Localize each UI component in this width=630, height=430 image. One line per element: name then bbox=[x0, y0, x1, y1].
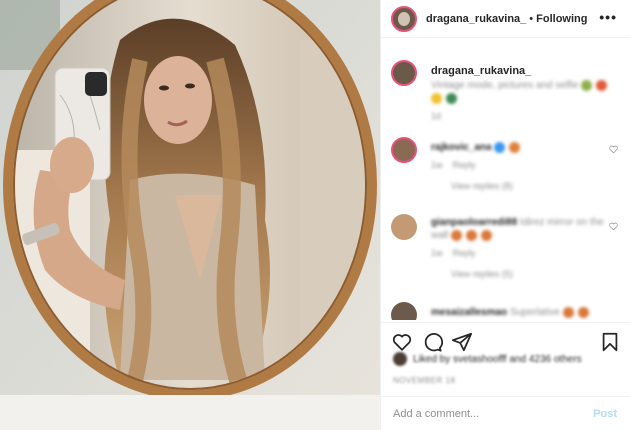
liker-avatar bbox=[393, 352, 407, 366]
emoji-icon bbox=[509, 141, 521, 153]
comment-like-icon[interactable] bbox=[609, 145, 618, 154]
comment-icon[interactable] bbox=[421, 331, 443, 353]
comment-avatar[interactable] bbox=[391, 137, 417, 163]
more-options-icon[interactable]: ••• bbox=[599, 9, 617, 25]
post-comment-button[interactable]: Post bbox=[593, 408, 617, 420]
comment-body: mesaizallesmao Superlative bbox=[431, 306, 621, 319]
heart-icon[interactable] bbox=[391, 331, 413, 353]
caption-text: Vintage mode, pictures and selfie bbox=[431, 80, 579, 91]
caption-avatar[interactable] bbox=[391, 60, 417, 86]
emoji-icon bbox=[562, 306, 574, 318]
instagram-post-dialog: dragana_rukavina_ • Following ••• dragan… bbox=[0, 0, 630, 430]
comment-time: 1w bbox=[431, 160, 443, 170]
caption-username[interactable]: dragana_rukavina_ bbox=[431, 65, 531, 77]
comment-avatar[interactable] bbox=[391, 214, 417, 240]
comments-list[interactable]: dragana_rukavina_ Vintage mode, pictures… bbox=[381, 52, 630, 320]
emoji-icon bbox=[577, 306, 589, 318]
comment-like-icon[interactable] bbox=[609, 222, 618, 231]
caption-time: 1d bbox=[431, 111, 442, 121]
bookmark-icon[interactable] bbox=[599, 331, 621, 353]
emoji-icon bbox=[431, 92, 442, 104]
author-username[interactable]: dragana_rukavina_ bbox=[426, 13, 526, 25]
post-header: dragana_rukavina_ • Following ••• bbox=[381, 0, 630, 38]
emoji-icon bbox=[480, 229, 492, 241]
view-replies-button[interactable]: View replies (8) bbox=[431, 180, 621, 193]
comment-avatar[interactable] bbox=[391, 302, 417, 320]
comment-body: rajkovic_ana 1w Reply View replies (8) bbox=[431, 141, 621, 193]
emoji-icon bbox=[596, 79, 608, 91]
emoji-icon bbox=[445, 92, 457, 104]
comment-text: Superlative bbox=[509, 307, 560, 318]
emoji-icon bbox=[451, 229, 463, 241]
emoji-icon bbox=[465, 229, 477, 241]
likes-summary[interactable]: Liked by svetashoofff and 4236 others bbox=[393, 352, 623, 366]
emoji-icon bbox=[581, 79, 593, 91]
following-button[interactable]: Following bbox=[536, 13, 587, 25]
verified-badge-icon bbox=[494, 141, 506, 153]
reply-button[interactable]: Reply bbox=[453, 160, 476, 170]
paper-plane-icon[interactable] bbox=[451, 331, 473, 353]
caption-body: Vintage mode, pictures and selfie 1d bbox=[431, 79, 621, 123]
header-separator: • bbox=[529, 12, 534, 25]
add-comment-input[interactable] bbox=[393, 407, 573, 420]
comment-body: gianpaoloarredi88 Idirez mirror on the w… bbox=[431, 216, 621, 281]
add-comment-bar: Post bbox=[381, 396, 630, 430]
post-side-panel: dragana_rukavina_ • Following ••• dragan… bbox=[380, 0, 630, 430]
comment-time: 1w bbox=[431, 248, 443, 258]
post-date: NOVEMBER 18 bbox=[393, 376, 456, 385]
mirror-selfie-image bbox=[0, 0, 380, 430]
likes-text: Liked by svetashoofff and 4236 others bbox=[413, 353, 582, 365]
reply-button[interactable]: Reply bbox=[453, 248, 476, 258]
post-photo[interactable] bbox=[0, 0, 380, 430]
comment-username[interactable]: gianpaoloarredi88 bbox=[431, 217, 517, 228]
comment-username[interactable]: rajkovic_ana bbox=[431, 142, 492, 153]
author-avatar[interactable] bbox=[391, 5, 417, 32]
comment-meta: 1w Reply bbox=[431, 247, 621, 260]
view-replies-button[interactable]: View replies (5) bbox=[431, 268, 621, 281]
comment-username[interactable]: mesaizallesmao bbox=[431, 307, 507, 318]
comment-meta: 1w Reply bbox=[431, 159, 621, 172]
